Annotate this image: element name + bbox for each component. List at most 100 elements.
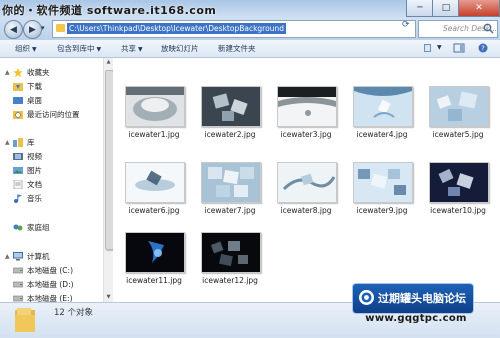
command-bar: 组织 ▼ 包含到库中 ▼ 共享 ▼ 放映幻灯片 新建文件夹 ▼ ?	[0, 40, 500, 58]
nav-homegroup[interactable]: 家庭组	[5, 221, 50, 233]
nav-drive-e[interactable]: 本地磁盘 (E:)	[13, 292, 73, 302]
view-options-icon[interactable]	[423, 43, 435, 53]
image-thumbnail	[353, 162, 413, 203]
share-label: 共享	[121, 44, 136, 53]
drive-icon	[13, 295, 23, 301]
nav-drive-c-label: 本地磁盘 (C:)	[27, 265, 73, 275]
drive-icon	[13, 281, 23, 287]
file-name: icewater1.jpg	[128, 130, 180, 139]
site-watermark: 你的・软件频道 software.it168.com	[2, 4, 217, 17]
svg-text:?: ?	[481, 45, 485, 53]
organize-button[interactable]: 组织 ▼	[15, 43, 37, 54]
expand-icon: ▲	[5, 138, 10, 146]
forum-watermark: 过期罐头电脑论坛	[352, 283, 474, 314]
back-arrow-icon: ◀	[10, 24, 17, 35]
back-button[interactable]: ◀	[4, 20, 23, 39]
nav-drive-c[interactable]: 本地磁盘 (C:)	[13, 264, 73, 276]
library-icon	[13, 137, 23, 147]
image-thumbnail	[429, 86, 489, 127]
image-thumbnail	[353, 86, 413, 127]
item-count: 12 个对象	[54, 308, 94, 318]
computer-icon	[13, 251, 23, 260]
file-name: icewater9.jpg	[356, 206, 408, 215]
nav-libraries[interactable]: ▲ 库	[5, 136, 35, 148]
share-button[interactable]: 共享 ▼	[121, 43, 143, 54]
drive-icon	[13, 267, 23, 273]
image-thumbnail	[201, 86, 261, 127]
music-icon	[14, 194, 22, 203]
downloads-folder-icon	[13, 82, 23, 91]
forward-button[interactable]: ▶	[23, 20, 42, 39]
recent-pages-dropdown[interactable]: ▾	[41, 24, 45, 32]
search-input[interactable]: Search Desk...	[418, 20, 498, 38]
title-bar: 你的・软件频道 software.it168.com ─ □ ✕	[0, 0, 500, 18]
scroll-down-icon[interactable]: ▼	[104, 293, 113, 302]
image-thumbnail	[125, 232, 185, 273]
nav-music-label: 音乐	[27, 193, 42, 203]
file-name: icewater7.jpg	[204, 206, 256, 215]
address-path[interactable]: C:\Users\Thinkpad\Desktop\Icewater\Deskt…	[67, 23, 286, 34]
nav-favorites[interactable]: ▲ 收藏夹	[5, 66, 50, 78]
file-name: icewater5.jpg	[432, 130, 484, 139]
nav-desktop[interactable]: 桌面	[13, 94, 42, 106]
chevron-down-icon: ▼	[32, 46, 37, 53]
slideshow-button[interactable]: 放映幻灯片	[161, 43, 199, 54]
chevron-down-icon: ▼	[96, 46, 102, 53]
nav-recent[interactable]: 最近访问的位置	[13, 108, 80, 120]
address-bar[interactable]: C:\Users\Thinkpad\Desktop\Icewater\Deskt…	[52, 20, 448, 38]
scroll-up-icon[interactable]: ▲	[104, 58, 113, 67]
forum-name: 过期罐头电脑论坛	[378, 292, 466, 305]
nav-homegroup-label: 家庭组	[27, 222, 50, 232]
nav-favorites-label: 收藏夹	[27, 67, 50, 77]
file-name: icewater10.jpg	[430, 206, 486, 215]
nav-videos[interactable]: 视频	[13, 150, 42, 162]
expand-icon: ▲	[5, 68, 10, 76]
refresh-icon[interactable]: ⟳	[402, 20, 410, 30]
nav-documents[interactable]: 文档	[13, 178, 42, 190]
nav-scrollbar[interactable]: ▲ ▼	[103, 58, 114, 302]
include-in-library-button[interactable]: 包含到库中 ▼	[57, 43, 101, 54]
nav-downloads[interactable]: 下载	[13, 80, 42, 92]
forum-url: www.gqgtpc.com	[365, 313, 467, 324]
file-list: icewater1.jpg icewater2.jpg icewater3.jp…	[113, 58, 500, 302]
close-button[interactable]: ✕	[458, 0, 500, 17]
image-thumbnail	[277, 162, 337, 203]
nav-desktop-label: 桌面	[27, 95, 42, 105]
explorer-window: 你的・软件频道 software.it168.com ─ □ ✕ ◀ ▶ ▾ C…	[0, 0, 500, 338]
image-thumbnail	[125, 86, 185, 127]
pictures-icon	[13, 166, 23, 174]
nav-computer-label: 计算机	[27, 251, 50, 261]
documents-icon	[13, 179, 23, 189]
nav-libraries-label: 库	[27, 137, 35, 147]
file-name: icewater4.jpg	[356, 130, 408, 139]
forward-arrow-icon: ▶	[29, 24, 36, 35]
nav-pictures[interactable]: 图片	[13, 164, 42, 176]
image-thumbnail	[125, 162, 185, 203]
image-thumbnail	[429, 162, 489, 203]
file-name: icewater12.jpg	[202, 276, 258, 285]
organize-label: 组织	[15, 44, 30, 53]
address-row: ◀ ▶ ▾ C:\Users\Thinkpad\Desktop\Icewater…	[0, 18, 500, 40]
image-thumbnail	[201, 162, 261, 203]
new-folder-label: 新建文件夹	[218, 44, 256, 53]
nav-drive-d-label: 本地磁盘 (D:)	[27, 279, 74, 289]
nav-documents-label: 文档	[27, 179, 42, 189]
chevron-down-icon: ▼	[138, 46, 143, 53]
help-icon[interactable]: ?	[477, 43, 489, 53]
expand-icon: ▲	[5, 252, 10, 260]
folder-icon	[56, 24, 65, 32]
nav-recent-label: 最近访问的位置	[27, 109, 80, 119]
search-icon[interactable]	[483, 23, 494, 34]
nav-videos-label: 视频	[27, 151, 42, 161]
nav-pictures-label: 图片	[27, 165, 42, 175]
image-thumbnail	[277, 86, 337, 127]
maximize-button[interactable]: □	[432, 0, 460, 17]
nav-computer[interactable]: ▲ 计算机	[5, 250, 50, 262]
new-folder-button[interactable]: 新建文件夹	[218, 43, 256, 54]
slideshow-label: 放映幻灯片	[161, 44, 199, 53]
nav-drive-d[interactable]: 本地磁盘 (D:)	[13, 278, 74, 290]
preview-pane-icon[interactable]	[453, 43, 465, 53]
view-dropdown-icon[interactable]: ▼	[437, 44, 442, 51]
minimize-button[interactable]: ─	[406, 0, 434, 17]
nav-music[interactable]: 音乐	[13, 192, 42, 204]
